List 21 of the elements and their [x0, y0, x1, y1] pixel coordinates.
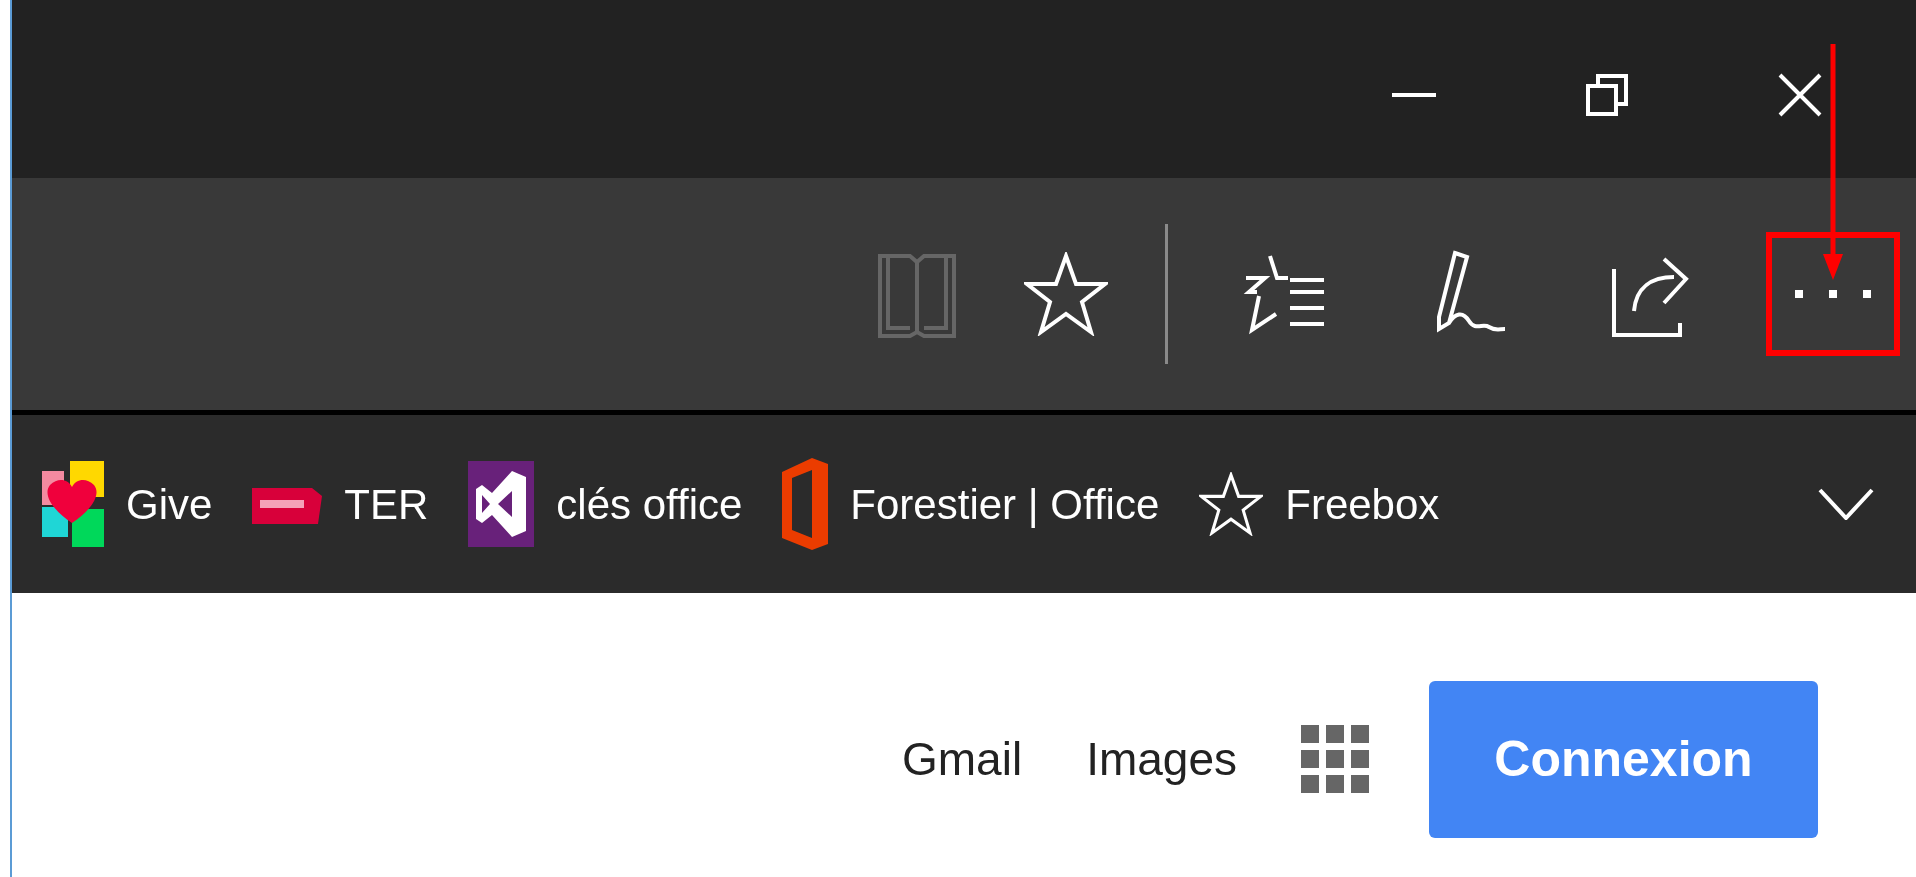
favorite-link[interactable]: Give — [42, 461, 213, 547]
chevron-down-icon — [1818, 488, 1874, 520]
star-icon — [1199, 472, 1264, 536]
more-button[interactable] — [1766, 232, 1900, 356]
star-icon — [1024, 252, 1108, 336]
apps-button[interactable] — [1301, 724, 1371, 795]
more-icon — [1793, 289, 1873, 299]
close-icon — [1777, 73, 1822, 117]
favorite-link[interactable]: clés office — [468, 461, 743, 547]
minimize-icon — [1391, 93, 1436, 97]
restore-icon — [1585, 74, 1628, 116]
favorite-link[interactable]: Freebox — [1199, 472, 1440, 536]
favorite-link[interactable]: TER — [252, 472, 429, 536]
apps-grid-icon — [1301, 724, 1371, 795]
nav-link[interactable]: Gmail — [902, 725, 1023, 794]
nav-link[interactable]: Images — [1086, 725, 1237, 794]
office-logo-icon — [782, 458, 829, 550]
infinity-logo-icon — [468, 461, 535, 547]
favorite-link[interactable]: Forestier | Office — [782, 458, 1160, 550]
sign-in-button[interactable]: Connexion — [1429, 681, 1818, 838]
heart-logo-icon — [42, 461, 104, 547]
